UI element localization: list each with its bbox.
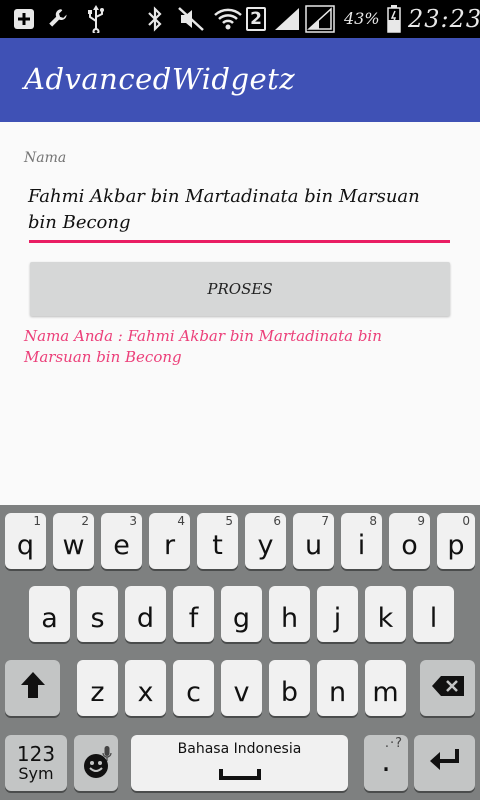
key-c[interactable]: c — [173, 660, 214, 716]
name-field-label: Nama — [24, 150, 67, 166]
key-v[interactable]: v — [221, 660, 262, 716]
space-bar-icon — [218, 757, 262, 788]
key-n[interactable]: n — [317, 660, 358, 716]
key-m[interactable]: m — [365, 660, 406, 716]
add-box-icon — [10, 0, 38, 38]
key-z[interactable]: z — [77, 660, 118, 716]
sym-key[interactable]: 123 Sym — [5, 735, 67, 791]
wrench-icon — [44, 0, 74, 38]
key-f[interactable]: f — [173, 586, 214, 642]
bluetooth-icon — [142, 0, 168, 38]
result-text: Nama Anda : Fahmi Akbar bin Martadinata … — [24, 327, 382, 366]
key-x[interactable]: x — [125, 660, 166, 716]
signal-icon — [304, 0, 336, 38]
key-k[interactable]: k — [365, 586, 406, 642]
key-j[interactable]: j — [317, 586, 358, 642]
signal-icon — [272, 0, 302, 38]
enter-key[interactable] — [414, 735, 475, 791]
key-a[interactable]: a — [29, 586, 70, 642]
backspace-icon — [431, 673, 465, 704]
key-q[interactable]: 1q — [5, 513, 46, 569]
key-u[interactable]: 7u — [293, 513, 334, 569]
backspace-key[interactable] — [420, 660, 475, 716]
proses-button[interactable]: PROSES — [30, 262, 450, 316]
shift-icon — [20, 671, 46, 706]
key-o[interactable]: 9o — [389, 513, 430, 569]
key-y[interactable]: 6y — [245, 513, 286, 569]
mute-icon — [176, 0, 206, 38]
app-bar: AdvancedWidgetz — [0, 38, 480, 122]
soft-keyboard: 1q 2w 3e 4r 5t 6y 7u 8i 9o 0p a s d f g … — [0, 505, 480, 800]
space-bar[interactable]: Bahasa Indonesia — [131, 735, 348, 791]
key-s[interactable]: s — [77, 586, 118, 642]
wifi-icon — [212, 0, 244, 38]
key-w[interactable]: 2w — [53, 513, 94, 569]
status-bar: 2 43% 23:23 — [0, 0, 480, 38]
key-h[interactable]: h — [269, 586, 310, 642]
battery-percent: 43% — [344, 9, 380, 28]
sim-badge: 2 — [246, 0, 266, 38]
clock: 23:23 — [408, 5, 480, 33]
enter-icon — [428, 746, 462, 781]
key-r[interactable]: 4r — [149, 513, 190, 569]
key-p[interactable]: 0p — [437, 513, 475, 569]
key-i[interactable]: 8i — [341, 513, 382, 569]
app-title: AdvancedWidgetz — [24, 62, 296, 96]
key-b[interactable]: b — [269, 660, 310, 716]
shift-key[interactable] — [5, 660, 60, 716]
emoji-key[interactable] — [74, 735, 118, 791]
battery-charging-icon — [386, 0, 402, 38]
period-key[interactable]: .·? . — [364, 735, 408, 791]
main-content: Nama Fahmi Akbar bin Martadinata bin Mar… — [0, 122, 480, 505]
key-l[interactable]: l — [413, 586, 454, 642]
name-input[interactable]: Fahmi Akbar bin Martadinata bin Marsuan … — [28, 184, 448, 244]
key-e[interactable]: 3e — [101, 513, 142, 569]
key-t[interactable]: 5t — [197, 513, 238, 569]
usb-icon — [82, 0, 110, 38]
input-underline — [29, 240, 450, 243]
emoji-icon — [83, 753, 109, 786]
key-d[interactable]: d — [125, 586, 166, 642]
key-g[interactable]: g — [221, 586, 262, 642]
